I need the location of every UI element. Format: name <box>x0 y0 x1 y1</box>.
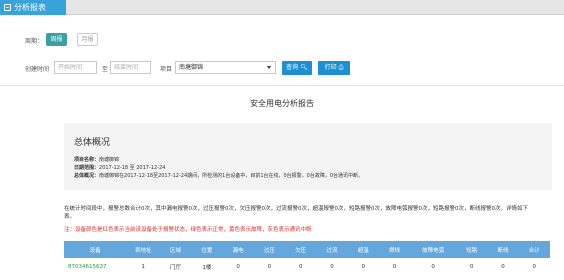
report-icon <box>4 4 11 11</box>
device-table: 设备 表地址 区域 位置 漏电 过压 欠压 过流 超温 燃线 故障电弧 短路 断… <box>64 241 550 275</box>
general-value: 南塘御锦在2017-12-18至2017-12-24期间，所检测的1台设备中，目… <box>99 173 364 179</box>
date-range-label: 日期范围： <box>74 165 100 171</box>
section-tab[interactable]: 分析报表 <box>0 0 66 15</box>
query-button[interactable]: 查询 🔍︎ <box>282 61 312 75</box>
section-title: 分析报表 <box>14 3 46 12</box>
print-button-label: 打印 <box>324 64 337 71</box>
period-label: 周期： <box>25 38 44 45</box>
table-header-row: 设备 表地址 区域 位置 漏电 过压 欠压 过流 超温 燃线 故障电弧 短路 断… <box>64 241 550 258</box>
to-label: 至 <box>102 66 109 73</box>
project-select-value: 南塘御锦 <box>179 64 204 71</box>
table-cell: 0 <box>347 258 379 275</box>
table-cell: 0 <box>285 258 317 275</box>
chevron-down-icon <box>267 66 271 69</box>
project-name-value: 南塘御锦 <box>99 157 120 163</box>
tab-monthly[interactable]: 月报 <box>77 33 98 46</box>
col-header: 超温 <box>347 241 379 258</box>
table-cell: 0 <box>253 258 286 275</box>
col-header: 故障电弧 <box>410 241 457 258</box>
col-header: 表地址 <box>126 241 160 258</box>
col-header: 断线 <box>487 241 519 258</box>
col-header: 短路 <box>456 241 488 258</box>
project-name-label: 项目名称： <box>74 157 100 163</box>
search-icon: 🔍︎ <box>300 64 308 71</box>
overview-heading: 总体概况 <box>74 138 111 148</box>
created-time-label: 创建时间 <box>25 66 50 73</box>
col-header: 合计 <box>518 241 550 258</box>
table-cell: 1楼 <box>191 258 223 275</box>
query-button-label: 查询 <box>286 64 299 71</box>
table-row: 87034615637 1 门厅 1楼 0 0 0 0 0 0 0 0 0 0 <box>64 258 550 275</box>
col-header: 欠压 <box>285 241 317 258</box>
table-cell: 0 <box>378 258 411 275</box>
col-header: 过流 <box>316 241 348 258</box>
table-cell: 0 <box>410 258 457 275</box>
warning-note: 注：设备颜色是红色表示当前该设备处于报警状态，绿色表示正常，黄色表示故障，灰色表… <box>64 227 312 233</box>
report-title: 安全用电分析报告 <box>250 99 314 108</box>
print-button[interactable]: 打印 ⎙ <box>318 61 350 75</box>
project-select[interactable]: 南塘御锦 <box>175 61 276 74</box>
tab-weekly[interactable]: 周报 <box>46 33 67 46</box>
col-header: 燃线 <box>378 241 411 258</box>
col-header: 设备 <box>64 241 127 258</box>
end-date-input[interactable]: 结束时间 <box>110 61 151 74</box>
divider <box>0 85 564 86</box>
table-cell: 0 <box>487 258 519 275</box>
date-range-line: 日期范围：2017-12-18 至 2017-12-24 <box>74 164 165 171</box>
table-cell: 门厅 <box>159 258 192 275</box>
table-cell: 0 <box>456 258 488 275</box>
general-line: 总体概况：南塘御锦在2017-12-18至2017-12-24期间，所检测的1台… <box>74 172 363 179</box>
table-cell: 0 <box>316 258 348 275</box>
table-cell: 0 <box>518 258 550 275</box>
top-bar: 分析报表 <box>0 0 564 15</box>
start-date-input[interactable]: 开始时间 <box>54 61 97 74</box>
col-header: 漏电 <box>222 241 254 258</box>
device-id-link[interactable]: 87034615637 <box>64 258 127 275</box>
date-range-value: 2017-12-18 至 2017-12-24 <box>99 165 166 171</box>
col-header: 过压 <box>253 241 286 258</box>
table-cell: 0 <box>222 258 254 275</box>
col-header: 位置 <box>191 241 223 258</box>
col-header: 区域 <box>159 241 192 258</box>
general-label: 总体概况： <box>74 173 100 179</box>
print-icon: ⎙ <box>338 64 344 71</box>
project-name-line: 项目名称：南塘御锦 <box>74 156 119 163</box>
overview-panel: 总体概况 项目名称：南塘御锦 日期范围：2017-12-18 至 2017-12… <box>64 123 552 190</box>
project-label: 项目 <box>160 66 173 73</box>
table-cell: 1 <box>126 258 160 275</box>
summary-text: 在统计时间段中，报警总数合计0次，其中漏电报警0次，过压报警0次，欠压报警0次，… <box>64 206 528 220</box>
